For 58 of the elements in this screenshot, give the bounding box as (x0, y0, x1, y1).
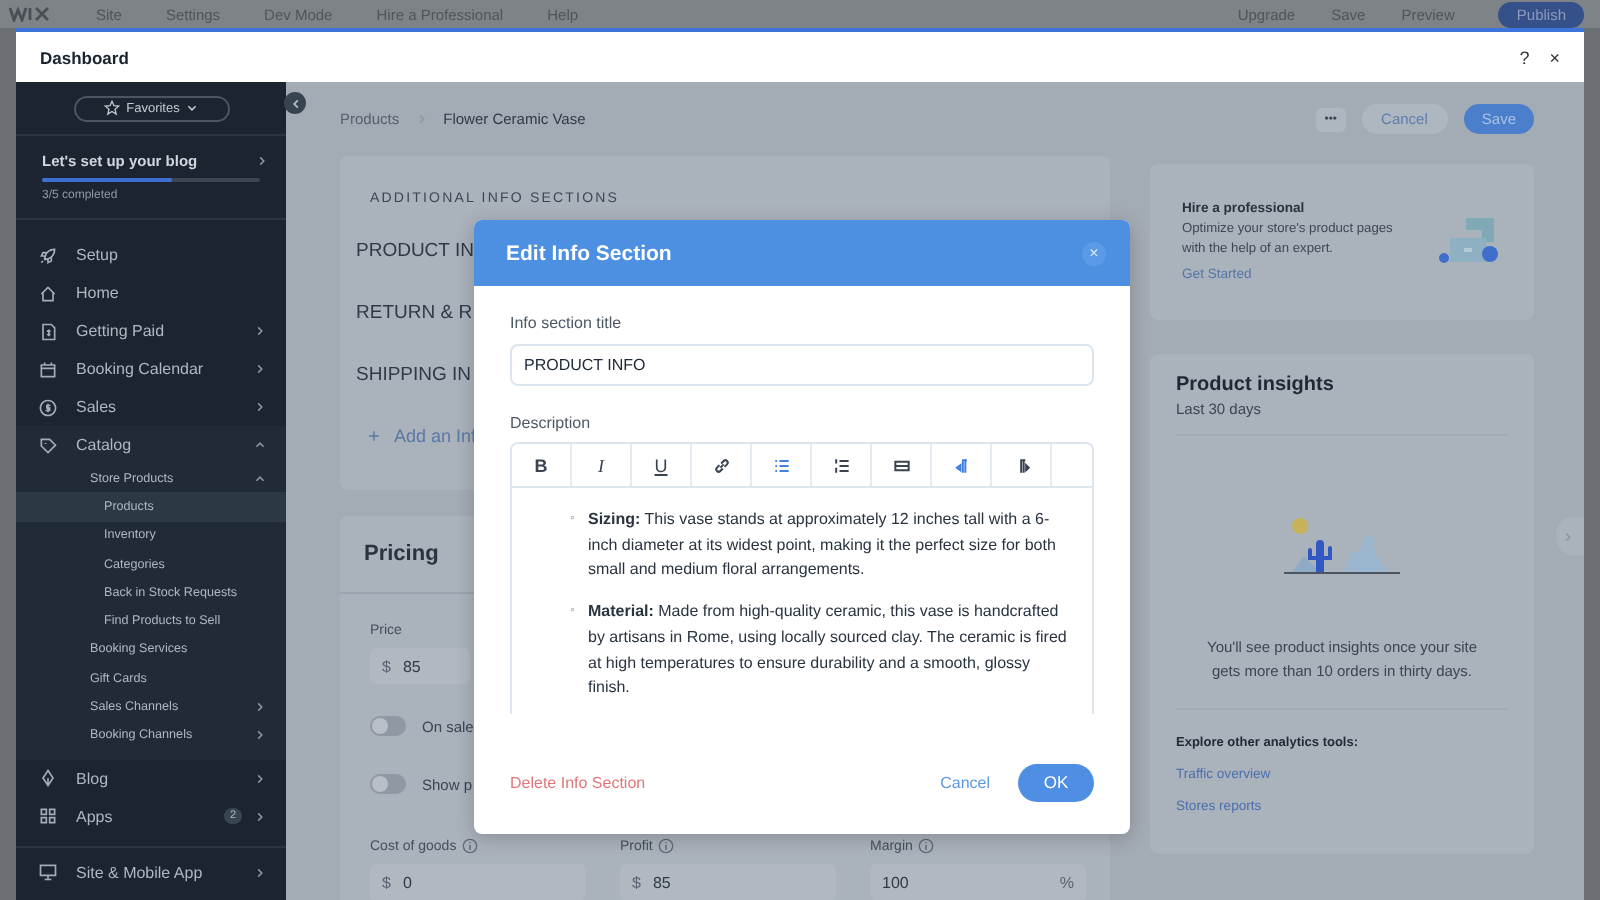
bullet-paragraph: Sizing: This vase stands at approximately 12 inches tall with a 6-inch diameter at its widest point, making it the perfect size for both small and medium floral arrangements. (588, 508, 1058, 583)
close-button[interactable]: × (1549, 47, 1560, 67)
logo-icon (8, 6, 52, 22)
link-icon (711, 455, 731, 475)
info-icon (462, 838, 479, 854)
nav-item[interactable]: Blog (16, 759, 286, 798)
number-field[interactable]: 100 % (870, 864, 1086, 900)
nav-icon (38, 283, 58, 303)
number-field[interactable]: $ 0 (370, 864, 586, 900)
bold-button[interactable]: B (512, 444, 572, 486)
nav-icon (38, 245, 58, 265)
ok-button[interactable]: OK (1018, 763, 1094, 801)
cancel-link[interactable]: Cancel (940, 773, 990, 791)
nav-item[interactable]: Booking Calendar (16, 350, 286, 388)
nav-icon (38, 397, 58, 417)
nav-icon (38, 768, 58, 789)
bullet-paragraph: Material: Made from high-quality ceramic, this vase is handcrafted by artisans in Rome, using locally sourced clay. The ceramic is fired at high temperatures to ensure durability and a smooth, glossy finish. (588, 600, 1068, 701)
card-title: Product insights (1176, 374, 1336, 396)
price-field[interactable]: $ 85 (370, 648, 470, 684)
caret-down-icon (185, 102, 198, 114)
info-icon (658, 838, 675, 854)
info-section-item[interactable]: SHIPPING IN (356, 364, 472, 386)
info-section-item[interactable]: PRODUCT IN (356, 240, 474, 262)
monitor-icon (38, 862, 58, 883)
field-label: Description (510, 414, 593, 432)
toggle-switch[interactable] (370, 774, 406, 794)
chevron-right-icon (256, 154, 268, 168)
dialog-title: Edit Info Section (506, 241, 672, 265)
nav-item[interactable]: Site & Mobile App (16, 853, 286, 892)
paragraph-left-icon (951, 455, 971, 475)
toggle-switch[interactable] (370, 716, 406, 736)
plus-icon (368, 430, 380, 442)
bulleted-list-icon (771, 455, 791, 475)
help-button[interactable]: ? (1519, 47, 1530, 67)
numbered-list-icon (831, 455, 851, 475)
nav-item[interactable]: Catalog (16, 426, 286, 464)
field-label: Info section title (510, 314, 624, 332)
nav-item[interactable]: Sales (16, 388, 286, 426)
table-icon (891, 455, 911, 475)
window-title: Dashboard (40, 47, 131, 67)
collapse-sidebar-button[interactable] (284, 92, 306, 114)
nav-item[interactable]: Getting Paid (16, 312, 286, 350)
card-title: Pricing (364, 542, 439, 566)
delete-link[interactable]: Delete Info Section (510, 773, 646, 791)
nav-item[interactable]: Setup (16, 236, 286, 274)
nav-item[interactable]: Home (16, 274, 286, 312)
nav-icon (38, 321, 58, 341)
info-section-item[interactable]: RETURN & R (356, 302, 473, 324)
rich-text-editor[interactable] (510, 442, 1094, 714)
nav-icon (38, 359, 58, 379)
chevron-left-icon (289, 97, 301, 109)
title-field[interactable]: PRODUCT INFO (510, 344, 1094, 386)
star-icon (104, 100, 121, 116)
number-field[interactable]: $ 85 (620, 864, 836, 900)
info-icon (918, 838, 935, 854)
chevron-right-icon (1562, 529, 1574, 543)
nav-icon (38, 806, 58, 827)
nav-icon (38, 435, 58, 455)
